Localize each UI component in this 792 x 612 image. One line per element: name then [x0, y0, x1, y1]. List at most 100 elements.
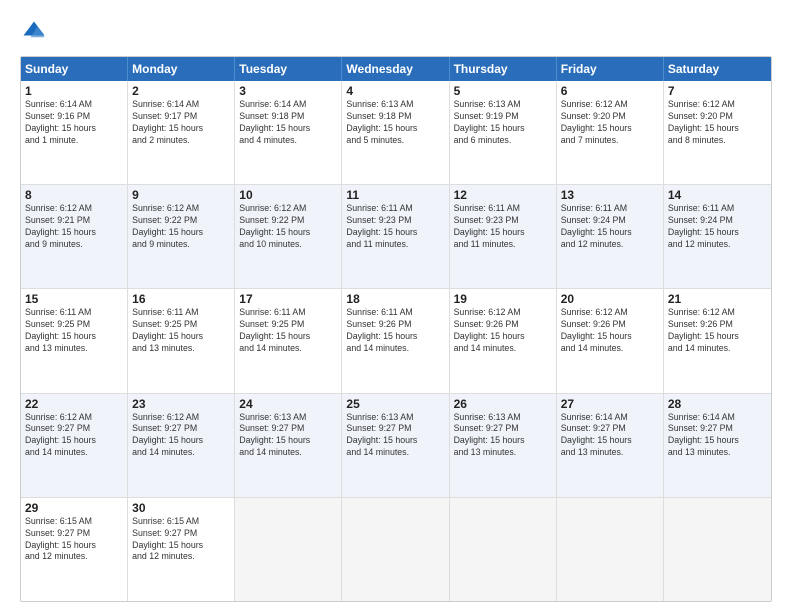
day-info: Sunrise: 6:12 AM Sunset: 9:26 PM Dayligh…: [561, 307, 659, 355]
day-number: 30: [132, 501, 230, 515]
day-info: Sunrise: 6:12 AM Sunset: 9:26 PM Dayligh…: [454, 307, 552, 355]
day-number: 10: [239, 188, 337, 202]
calendar-cell: [664, 498, 771, 601]
calendar-cell: 17Sunrise: 6:11 AM Sunset: 9:25 PM Dayli…: [235, 289, 342, 392]
calendar-cell: 27Sunrise: 6:14 AM Sunset: 9:27 PM Dayli…: [557, 394, 664, 497]
day-number: 19: [454, 292, 552, 306]
day-info: Sunrise: 6:12 AM Sunset: 9:27 PM Dayligh…: [25, 412, 123, 460]
day-info: Sunrise: 6:13 AM Sunset: 9:18 PM Dayligh…: [346, 99, 444, 147]
calendar-cell: 24Sunrise: 6:13 AM Sunset: 9:27 PM Dayli…: [235, 394, 342, 497]
day-info: Sunrise: 6:12 AM Sunset: 9:21 PM Dayligh…: [25, 203, 123, 251]
day-number: 5: [454, 84, 552, 98]
day-info: Sunrise: 6:14 AM Sunset: 9:27 PM Dayligh…: [561, 412, 659, 460]
calendar-cell: 18Sunrise: 6:11 AM Sunset: 9:26 PM Dayli…: [342, 289, 449, 392]
day-number: 22: [25, 397, 123, 411]
day-number: 25: [346, 397, 444, 411]
day-number: 13: [561, 188, 659, 202]
calendar-row: 15Sunrise: 6:11 AM Sunset: 9:25 PM Dayli…: [21, 289, 771, 393]
day-info: Sunrise: 6:12 AM Sunset: 9:22 PM Dayligh…: [239, 203, 337, 251]
calendar-cell: 9Sunrise: 6:12 AM Sunset: 9:22 PM Daylig…: [128, 185, 235, 288]
day-info: Sunrise: 6:12 AM Sunset: 9:27 PM Dayligh…: [132, 412, 230, 460]
calendar-cell: [557, 498, 664, 601]
day-info: Sunrise: 6:11 AM Sunset: 9:25 PM Dayligh…: [239, 307, 337, 355]
day-info: Sunrise: 6:11 AM Sunset: 9:24 PM Dayligh…: [561, 203, 659, 251]
calendar-cell: 11Sunrise: 6:11 AM Sunset: 9:23 PM Dayli…: [342, 185, 449, 288]
day-info: Sunrise: 6:11 AM Sunset: 9:26 PM Dayligh…: [346, 307, 444, 355]
calendar-cell: 20Sunrise: 6:12 AM Sunset: 9:26 PM Dayli…: [557, 289, 664, 392]
calendar-cell: 2Sunrise: 6:14 AM Sunset: 9:17 PM Daylig…: [128, 81, 235, 184]
day-number: 27: [561, 397, 659, 411]
day-info: Sunrise: 6:12 AM Sunset: 9:20 PM Dayligh…: [668, 99, 767, 147]
calendar-cell: 30Sunrise: 6:15 AM Sunset: 9:27 PM Dayli…: [128, 498, 235, 601]
day-info: Sunrise: 6:12 AM Sunset: 9:20 PM Dayligh…: [561, 99, 659, 147]
day-info: Sunrise: 6:13 AM Sunset: 9:27 PM Dayligh…: [239, 412, 337, 460]
day-info: Sunrise: 6:11 AM Sunset: 9:23 PM Dayligh…: [454, 203, 552, 251]
day-number: 8: [25, 188, 123, 202]
day-number: 7: [668, 84, 767, 98]
calendar-cell: 28Sunrise: 6:14 AM Sunset: 9:27 PM Dayli…: [664, 394, 771, 497]
day-number: 28: [668, 397, 767, 411]
day-number: 6: [561, 84, 659, 98]
calendar-cell: 29Sunrise: 6:15 AM Sunset: 9:27 PM Dayli…: [21, 498, 128, 601]
calendar-cell: 10Sunrise: 6:12 AM Sunset: 9:22 PM Dayli…: [235, 185, 342, 288]
calendar-cell: 8Sunrise: 6:12 AM Sunset: 9:21 PM Daylig…: [21, 185, 128, 288]
day-number: 14: [668, 188, 767, 202]
logo: [20, 18, 52, 46]
calendar-cell: 26Sunrise: 6:13 AM Sunset: 9:27 PM Dayli…: [450, 394, 557, 497]
calendar-body: 1Sunrise: 6:14 AM Sunset: 9:16 PM Daylig…: [21, 81, 771, 601]
calendar-cell: [235, 498, 342, 601]
day-info: Sunrise: 6:14 AM Sunset: 9:18 PM Dayligh…: [239, 99, 337, 147]
day-number: 29: [25, 501, 123, 515]
day-number: 26: [454, 397, 552, 411]
calendar-cell: 22Sunrise: 6:12 AM Sunset: 9:27 PM Dayli…: [21, 394, 128, 497]
calendar-cell: 6Sunrise: 6:12 AM Sunset: 9:20 PM Daylig…: [557, 81, 664, 184]
day-info: Sunrise: 6:11 AM Sunset: 9:24 PM Dayligh…: [668, 203, 767, 251]
day-info: Sunrise: 6:11 AM Sunset: 9:23 PM Dayligh…: [346, 203, 444, 251]
day-info: Sunrise: 6:13 AM Sunset: 9:27 PM Dayligh…: [346, 412, 444, 460]
calendar-header-cell: Wednesday: [342, 57, 449, 81]
calendar-header-cell: Thursday: [450, 57, 557, 81]
day-number: 9: [132, 188, 230, 202]
calendar-cell: 21Sunrise: 6:12 AM Sunset: 9:26 PM Dayli…: [664, 289, 771, 392]
day-number: 20: [561, 292, 659, 306]
day-info: Sunrise: 6:12 AM Sunset: 9:22 PM Dayligh…: [132, 203, 230, 251]
day-number: 2: [132, 84, 230, 98]
calendar-row: 22Sunrise: 6:12 AM Sunset: 9:27 PM Dayli…: [21, 394, 771, 498]
calendar-cell: 14Sunrise: 6:11 AM Sunset: 9:24 PM Dayli…: [664, 185, 771, 288]
day-number: 4: [346, 84, 444, 98]
logo-icon: [20, 18, 48, 46]
day-number: 16: [132, 292, 230, 306]
day-info: Sunrise: 6:14 AM Sunset: 9:17 PM Dayligh…: [132, 99, 230, 147]
day-number: 24: [239, 397, 337, 411]
calendar-cell: 12Sunrise: 6:11 AM Sunset: 9:23 PM Dayli…: [450, 185, 557, 288]
day-number: 17: [239, 292, 337, 306]
calendar-header-cell: Sunday: [21, 57, 128, 81]
day-number: 11: [346, 188, 444, 202]
day-info: Sunrise: 6:15 AM Sunset: 9:27 PM Dayligh…: [132, 516, 230, 564]
day-info: Sunrise: 6:14 AM Sunset: 9:16 PM Dayligh…: [25, 99, 123, 147]
calendar-cell: 13Sunrise: 6:11 AM Sunset: 9:24 PM Dayli…: [557, 185, 664, 288]
day-info: Sunrise: 6:13 AM Sunset: 9:19 PM Dayligh…: [454, 99, 552, 147]
day-info: Sunrise: 6:13 AM Sunset: 9:27 PM Dayligh…: [454, 412, 552, 460]
calendar: SundayMondayTuesdayWednesdayThursdayFrid…: [20, 56, 772, 602]
calendar-cell: 25Sunrise: 6:13 AM Sunset: 9:27 PM Dayli…: [342, 394, 449, 497]
day-number: 23: [132, 397, 230, 411]
day-number: 12: [454, 188, 552, 202]
calendar-header-cell: Monday: [128, 57, 235, 81]
day-info: Sunrise: 6:15 AM Sunset: 9:27 PM Dayligh…: [25, 516, 123, 564]
calendar-cell: 3Sunrise: 6:14 AM Sunset: 9:18 PM Daylig…: [235, 81, 342, 184]
day-number: 15: [25, 292, 123, 306]
calendar-header: SundayMondayTuesdayWednesdayThursdayFrid…: [21, 57, 771, 81]
day-number: 18: [346, 292, 444, 306]
day-info: Sunrise: 6:11 AM Sunset: 9:25 PM Dayligh…: [25, 307, 123, 355]
calendar-header-cell: Saturday: [664, 57, 771, 81]
calendar-header-cell: Friday: [557, 57, 664, 81]
calendar-cell: 1Sunrise: 6:14 AM Sunset: 9:16 PM Daylig…: [21, 81, 128, 184]
page-header: [20, 18, 772, 46]
calendar-cell: 5Sunrise: 6:13 AM Sunset: 9:19 PM Daylig…: [450, 81, 557, 184]
calendar-cell: 7Sunrise: 6:12 AM Sunset: 9:20 PM Daylig…: [664, 81, 771, 184]
calendar-cell: 4Sunrise: 6:13 AM Sunset: 9:18 PM Daylig…: [342, 81, 449, 184]
calendar-cell: 19Sunrise: 6:12 AM Sunset: 9:26 PM Dayli…: [450, 289, 557, 392]
calendar-cell: 15Sunrise: 6:11 AM Sunset: 9:25 PM Dayli…: [21, 289, 128, 392]
calendar-cell: 16Sunrise: 6:11 AM Sunset: 9:25 PM Dayli…: [128, 289, 235, 392]
